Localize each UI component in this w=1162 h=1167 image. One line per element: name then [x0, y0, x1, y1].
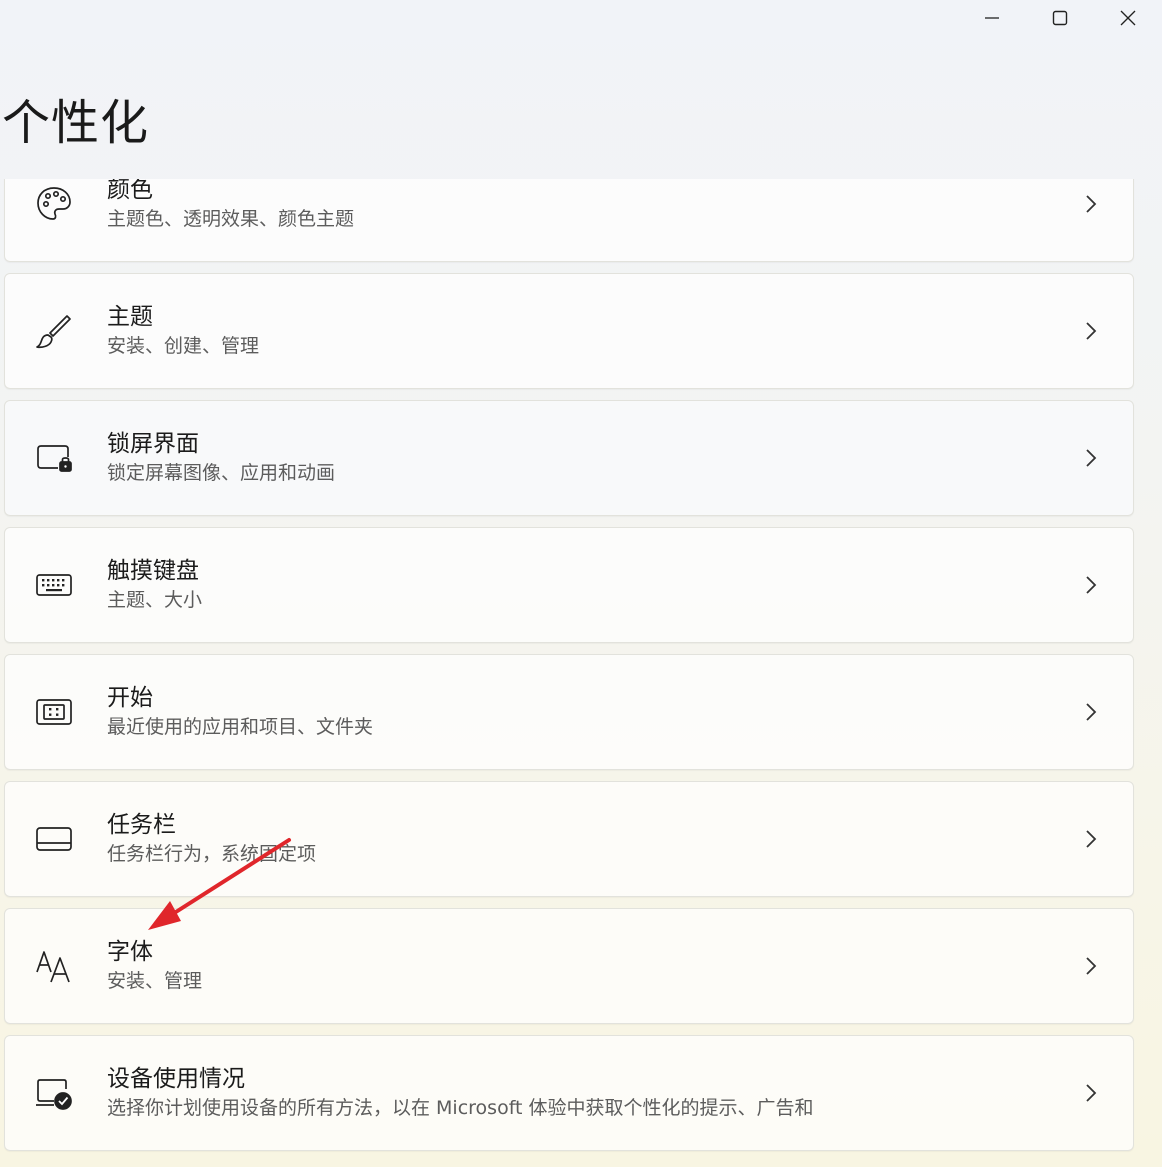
settings-item-subtitle: 选择你计划使用设备的所有方法，以在 Microsoft 体验中获取个性化的提示、…: [107, 1097, 814, 1119]
keyboard-icon: [33, 564, 75, 606]
chevron-right-icon: [1086, 322, 1097, 340]
settings-item-device-usage[interactable]: 设备使用情况 选择你计划使用设备的所有方法，以在 Microsoft 体验中获取…: [4, 1035, 1134, 1151]
minimize-button[interactable]: [958, 0, 1026, 36]
device-usage-icon: [33, 1072, 75, 1114]
settings-item-start[interactable]: 开始 最近使用的应用和项目、文件夹: [4, 654, 1134, 770]
chevron-right-icon: [1086, 830, 1097, 848]
settings-item-colors[interactable]: 颜色 主题色、透明效果、颜色主题: [4, 179, 1134, 262]
palette-icon: [33, 183, 75, 225]
settings-item-title: 开始: [107, 685, 153, 711]
settings-item-title: 触摸键盘: [107, 558, 199, 584]
settings-item-subtitle: 主题色、透明效果、颜色主题: [107, 208, 355, 230]
brush-icon: [33, 310, 75, 352]
settings-list: 颜色 主题色、透明效果、颜色主题 主题 安装、创建、管理 锁屏界面 锁定屏幕图像…: [0, 179, 1162, 1167]
chevron-right-icon: [1086, 449, 1097, 467]
settings-item-subtitle: 锁定屏幕图像、应用和动画: [107, 462, 336, 484]
settings-item-subtitle: 主题、大小: [107, 589, 203, 611]
settings-item-title: 锁屏界面: [107, 431, 199, 457]
lock-screen-icon: [33, 437, 75, 479]
settings-item-lock-screen[interactable]: 锁屏界面 锁定屏幕图像、应用和动画: [4, 400, 1134, 516]
chevron-right-icon: [1086, 576, 1097, 594]
settings-item-title: 字体: [107, 939, 153, 965]
chevron-right-icon: [1086, 957, 1097, 975]
settings-item-subtitle: 安装、创建、管理: [107, 335, 260, 357]
settings-item-subtitle: 任务栏行为，系统固定项: [107, 843, 317, 865]
settings-item-fonts[interactable]: 字体 安装、管理: [4, 908, 1134, 1024]
minimize-icon: [985, 17, 999, 19]
window-controls: [958, 0, 1162, 36]
settings-item-themes[interactable]: 主题 安装、创建、管理: [4, 273, 1134, 389]
chevron-right-icon: [1086, 195, 1097, 213]
settings-item-taskbar[interactable]: 任务栏 任务栏行为，系统固定项: [4, 781, 1134, 897]
page-title: 个性化: [2, 95, 150, 151]
chevron-right-icon: [1086, 1084, 1097, 1102]
settings-item-subtitle: 安装、管理: [107, 970, 203, 992]
font-icon: [33, 945, 75, 987]
maximize-button[interactable]: [1026, 0, 1094, 36]
settings-item-title: 任务栏: [107, 812, 176, 838]
taskbar-icon: [33, 818, 75, 860]
settings-item-touch-keyboard[interactable]: 触摸键盘 主题、大小: [4, 527, 1134, 643]
settings-item-subtitle: 最近使用的应用和项目、文件夹: [107, 716, 374, 738]
settings-item-title: 主题: [107, 304, 153, 330]
chevron-right-icon: [1086, 703, 1097, 721]
start-icon: [33, 691, 75, 733]
maximize-icon: [1052, 10, 1068, 26]
close-button[interactable]: [1094, 0, 1162, 36]
settings-item-title: 颜色: [107, 179, 153, 203]
close-icon: [1120, 10, 1136, 26]
settings-item-title: 设备使用情况: [107, 1066, 245, 1092]
